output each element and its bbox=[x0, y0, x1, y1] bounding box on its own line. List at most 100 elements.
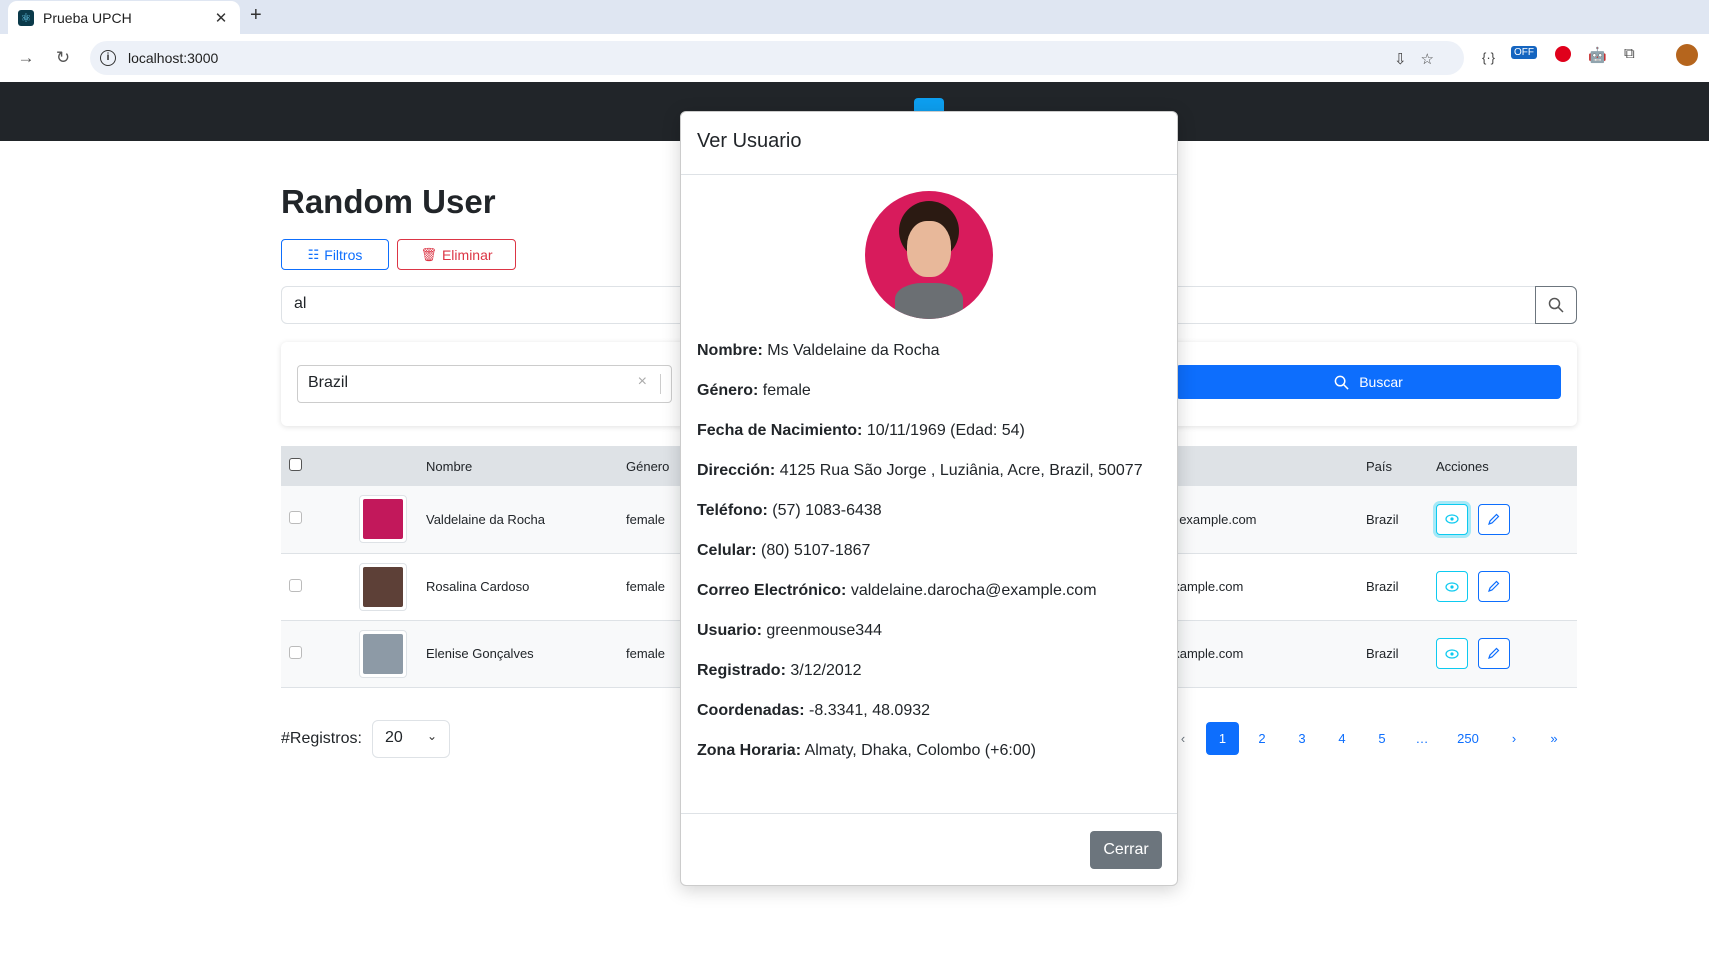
pencil-icon bbox=[1488, 647, 1500, 659]
cerrar-button[interactable]: Cerrar bbox=[1090, 831, 1162, 869]
photo-header bbox=[351, 446, 418, 486]
buscar-label: Buscar bbox=[1359, 374, 1403, 390]
user-thumbnail bbox=[359, 629, 407, 678]
row-select-cell bbox=[281, 486, 351, 554]
tab-title: Prueba UPCH bbox=[43, 9, 132, 26]
page-5[interactable]: 5 bbox=[1362, 722, 1402, 755]
registros-value: 20 bbox=[385, 729, 403, 746]
address-bar[interactable]: i localhost:3000 ⇩☆ bbox=[90, 41, 1464, 75]
field-correo: Correo Electrónico: valdelaine.darocha@e… bbox=[697, 582, 1097, 599]
eliminar-button[interactable]: 🗑 Eliminar bbox=[397, 239, 516, 270]
header-email bbox=[1158, 446, 1358, 486]
user-photo bbox=[363, 566, 403, 607]
robot-extension-icon[interactable]: 🤖 bbox=[1588, 46, 1607, 64]
select-separator bbox=[660, 374, 661, 394]
row-name: Rosalina Cardoso bbox=[418, 553, 618, 621]
eliminar-label: Eliminar bbox=[441, 246, 493, 263]
row-email: @example.com bbox=[1158, 486, 1358, 554]
row-checkbox[interactable] bbox=[289, 645, 302, 659]
field-coordenadas: Coordenadas: -8.3341, 48.0932 bbox=[697, 702, 931, 719]
modal-title: Ver Usuario bbox=[681, 112, 1177, 175]
url-text: localhost:3000 bbox=[128, 50, 219, 66]
page-last[interactable]: » bbox=[1534, 722, 1574, 755]
page-next[interactable]: › bbox=[1494, 722, 1534, 755]
header-acciones: Acciones bbox=[1428, 446, 1577, 486]
view-button[interactable] bbox=[1436, 571, 1468, 602]
view-button[interactable] bbox=[1436, 503, 1468, 535]
filtros-label: Filtros bbox=[324, 246, 363, 263]
user-photo bbox=[363, 633, 403, 674]
field-genero: Género: female bbox=[697, 382, 811, 399]
page-4[interactable]: 4 bbox=[1322, 722, 1362, 755]
row-photo-cell bbox=[351, 553, 418, 621]
edit-button[interactable] bbox=[1477, 571, 1510, 602]
forward-icon[interactable]: → bbox=[12, 44, 40, 72]
row-country: Brazil bbox=[1358, 620, 1428, 688]
registros-label: #Registros: bbox=[281, 730, 362, 747]
modal-footer: Cerrar bbox=[681, 813, 1177, 885]
sliders-icon: ☷ bbox=[307, 246, 320, 262]
new-tab-button[interactable]: + bbox=[250, 4, 262, 27]
extensions-puzzle-icon[interactable]: ⧉ bbox=[1624, 45, 1635, 62]
select-all-checkbox[interactable] bbox=[289, 458, 302, 471]
modal-body: Nombre: Ms Valdelaine da Rocha Género: f… bbox=[681, 175, 1177, 763]
search-button[interactable] bbox=[1535, 286, 1577, 324]
search-icon bbox=[1548, 297, 1564, 313]
ver-usuario-modal: Ver Usuario Nombre: Ms Valdelaine da Roc… bbox=[680, 111, 1178, 886]
profile-avatar[interactable] bbox=[1676, 44, 1698, 66]
browser-toolbar: → ↻ i localhost:3000 ⇩☆ {·} OFF 🤖 ⧉ bbox=[0, 34, 1709, 82]
page-title: Random User bbox=[281, 183, 496, 220]
navbar-logo bbox=[914, 98, 944, 111]
browser-tab[interactable]: ⚛ Prueba UPCH ✕ bbox=[8, 1, 240, 34]
row-actions bbox=[1428, 620, 1577, 688]
field-usuario: Usuario: greenmouse344 bbox=[697, 622, 882, 639]
user-photo bbox=[363, 499, 403, 540]
row-email: example.com bbox=[1158, 553, 1358, 621]
tab-close-icon[interactable]: ✕ bbox=[212, 9, 230, 27]
row-name: Valdelaine da Rocha bbox=[418, 486, 618, 554]
eye-icon bbox=[1445, 581, 1459, 592]
chevron-down-icon: ⌄ bbox=[426, 729, 437, 743]
buscar-button[interactable]: Buscar bbox=[1176, 365, 1561, 399]
bookmark-star-icon[interactable]: ☆ bbox=[1421, 51, 1448, 68]
search-icon bbox=[1334, 375, 1349, 390]
page-1[interactable]: 1 bbox=[1206, 722, 1239, 755]
install-app-icon[interactable]: ⇩ bbox=[1394, 51, 1421, 68]
select-all-cell bbox=[281, 446, 351, 486]
omnibox-actions: ⇩☆ bbox=[1394, 50, 1448, 68]
country-select[interactable]: Brazil × bbox=[297, 365, 672, 403]
eye-icon bbox=[1445, 514, 1459, 524]
opera-extension-icon[interactable] bbox=[1555, 46, 1571, 62]
page-last-number[interactable]: 250 bbox=[1442, 722, 1494, 755]
field-registrado: Registrado: 3/12/2012 bbox=[697, 662, 862, 679]
user-thumbnail bbox=[359, 495, 407, 544]
registros-select[interactable]: 20 ⌄ bbox=[372, 720, 450, 758]
row-photo-cell bbox=[351, 620, 418, 688]
country-value: Brazil bbox=[308, 374, 349, 391]
row-checkbox[interactable] bbox=[289, 578, 302, 592]
row-checkbox[interactable] bbox=[289, 511, 302, 525]
extension-code-icon[interactable]: {·} bbox=[1482, 50, 1495, 65]
field-celular: Celular: (80) 5107-1867 bbox=[697, 542, 871, 559]
clear-icon[interactable]: × bbox=[638, 373, 647, 391]
extension-off-badge[interactable]: OFF bbox=[1511, 46, 1537, 59]
page-2[interactable]: 2 bbox=[1242, 722, 1282, 755]
field-fecha-nacimiento: Fecha de Nacimiento: 10/11/1969 (Edad: 5… bbox=[697, 422, 1025, 439]
reload-icon[interactable]: ↻ bbox=[49, 44, 77, 72]
site-info-icon[interactable]: i bbox=[100, 50, 116, 66]
header-nombre: Nombre bbox=[418, 446, 618, 486]
field-telefono: Teléfono: (57) 1083-6438 bbox=[697, 502, 882, 519]
edit-button[interactable] bbox=[1477, 638, 1510, 669]
header-pais: País bbox=[1358, 446, 1428, 486]
field-nombre: Nombre: Ms Valdelaine da Rocha bbox=[697, 342, 940, 359]
field-direccion: Dirección: 4125 Rua São Jorge , Luziânia… bbox=[697, 462, 1143, 479]
view-button[interactable] bbox=[1436, 638, 1468, 669]
row-select-cell bbox=[281, 553, 351, 621]
filtros-button[interactable]: ☷ Filtros bbox=[281, 239, 389, 270]
pencil-icon bbox=[1488, 580, 1500, 592]
edit-button[interactable] bbox=[1477, 503, 1510, 535]
pagination: ‹ 1 2 3 4 5 … 250 › » bbox=[1163, 722, 1574, 755]
page-ellipsis: … bbox=[1415, 731, 1429, 746]
page-3[interactable]: 3 bbox=[1282, 722, 1322, 755]
pencil-icon bbox=[1488, 513, 1500, 525]
